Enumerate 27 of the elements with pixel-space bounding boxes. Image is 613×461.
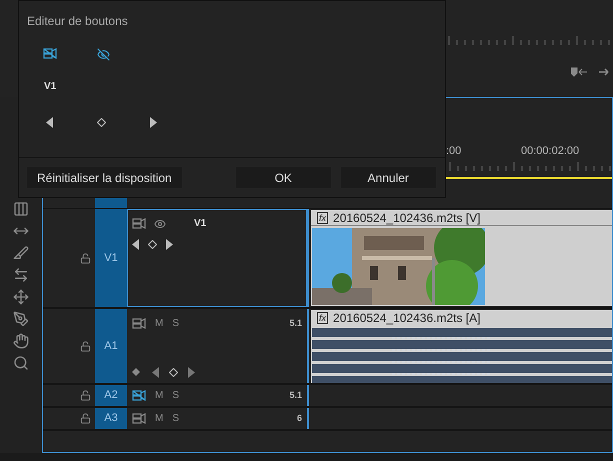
clip-title: 20160524_102436.m2ts [A] (333, 310, 480, 327)
fx-badge: fx (317, 312, 328, 324)
dialog-button[interactable]: Réinitialiser la disposition (27, 167, 182, 188)
track-name[interactable]: A2 (95, 385, 127, 406)
solo-toggle[interactable]: S (172, 411, 180, 426)
channel-format: 5.1 (289, 388, 302, 402)
track-name[interactable]: A3 (95, 408, 127, 429)
solo-toggle[interactable]: S (172, 388, 180, 403)
mute-toggle[interactable]: M (155, 388, 164, 403)
timecode: 00:00:02:00 (521, 144, 580, 159)
dialog-button[interactable]: OK (236, 167, 331, 188)
fx-badge: fx (317, 212, 328, 224)
dialog-title: Editeur de boutons (27, 13, 129, 30)
track-label: V1 (44, 80, 58, 94)
channel-format: 5.1 (289, 316, 302, 330)
dialog-button[interactable]: Annuler (340, 167, 436, 188)
track-name[interactable]: V1 (95, 209, 127, 307)
track-name[interactable]: A1 (95, 309, 127, 383)
solo-toggle[interactable]: S (172, 316, 180, 331)
timecode: :00 (446, 144, 462, 159)
track-label: V1 (194, 217, 206, 231)
channel-format: 6 (296, 412, 302, 425)
clip-title: 20160524_102436.m2ts [V] (333, 210, 480, 226)
mute-toggle[interactable]: M (155, 411, 164, 426)
mute-toggle[interactable]: M (155, 316, 164, 331)
audio-clip[interactable]: fx 20160524_102436.m2ts [A] (311, 310, 612, 383)
video-clip[interactable]: fx 20160524_102436.m2ts [V] (311, 210, 612, 306)
